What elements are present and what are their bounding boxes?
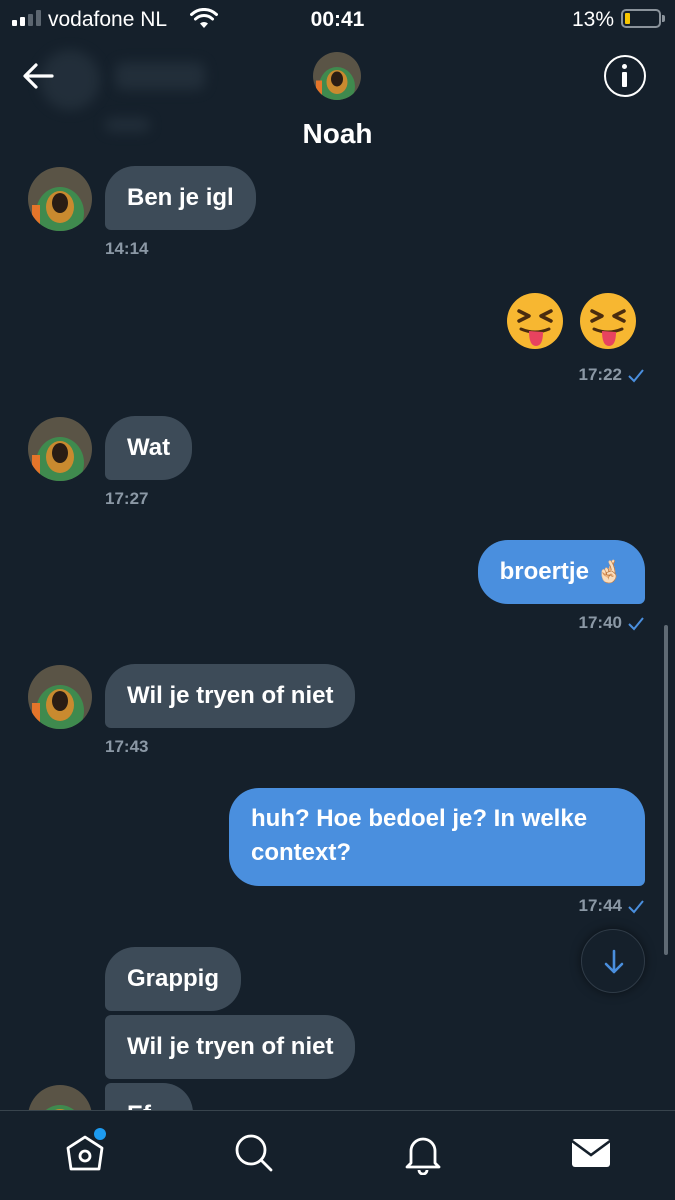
sender-avatar[interactable]: [28, 665, 92, 729]
info-icon: [622, 64, 627, 69]
battery-icon: [621, 9, 665, 28]
scroll-to-bottom-button[interactable]: [581, 929, 645, 993]
message-bubble-incoming[interactable]: Grappig: [105, 947, 242, 1011]
message-bubble-outgoing[interactable]: broertje 🤞🏻: [477, 540, 645, 604]
message-list[interactable]: Ben je igl 14:14 17:22 Wat 17:27 broertj…: [0, 160, 675, 1110]
message-bubble-incoming[interactable]: Wil je tryen of niet: [105, 1015, 356, 1079]
read-check-icon: [628, 899, 644, 914]
sender-avatar[interactable]: [28, 1085, 92, 1110]
conversation-header: Noah: [0, 40, 675, 160]
mail-icon: [571, 1139, 611, 1167]
squinting-face-with-tongue-icon: [580, 293, 636, 349]
contact-name[interactable]: Noah: [0, 118, 675, 150]
dm-conversation-screen: vodafone NL 00:41 13% Noah Ben je igl 14…: [0, 0, 675, 1200]
read-check-icon: [628, 368, 644, 383]
arrow-left-icon: [23, 63, 54, 89]
scrollbar[interactable]: [664, 625, 668, 955]
sender-avatar[interactable]: [28, 167, 92, 231]
message-bubble-incoming[interactable]: Ef...: [105, 1083, 194, 1110]
back-button[interactable]: [18, 56, 58, 96]
nav-search[interactable]: [232, 1131, 276, 1175]
bell-icon: [405, 1137, 441, 1176]
message-timestamp: 17:40: [579, 613, 644, 633]
search-icon: [235, 1134, 273, 1172]
notification-dot: [94, 1128, 106, 1140]
crossed-fingers-icon: 🤞🏻: [595, 559, 623, 584]
message-timestamp: 17:44: [579, 896, 644, 916]
sender-avatar[interactable]: [28, 417, 92, 481]
nav-notifications[interactable]: [401, 1131, 445, 1176]
arrow-down-icon: [604, 949, 624, 974]
avatar-image: [313, 52, 361, 100]
message-bubble-incoming[interactable]: Wil je tryen of niet: [105, 664, 356, 728]
info-button[interactable]: [604, 55, 646, 97]
contact-avatar[interactable]: [313, 52, 361, 100]
squinting-face-with-tongue-icon: [507, 293, 563, 349]
message-bubble-incoming[interactable]: Ben je igl: [105, 166, 256, 230]
message-timestamp: 17:43: [105, 737, 149, 756]
status-bar: vodafone NL 00:41 13%: [0, 0, 675, 40]
nav-messages[interactable]: [569, 1131, 613, 1175]
message-timestamp: 17:22: [579, 365, 644, 385]
bottom-nav: [0, 1110, 675, 1200]
message-bubble-outgoing[interactable]: huh? Hoe bedoel je? In welke context?: [229, 788, 645, 886]
message-timestamp: 17:27: [105, 489, 149, 508]
battery-percent: 13%: [572, 8, 615, 31]
read-check-icon: [628, 616, 644, 631]
message-timestamp: 14:14: [105, 239, 149, 258]
message-bubble-incoming[interactable]: Wat: [105, 416, 193, 480]
